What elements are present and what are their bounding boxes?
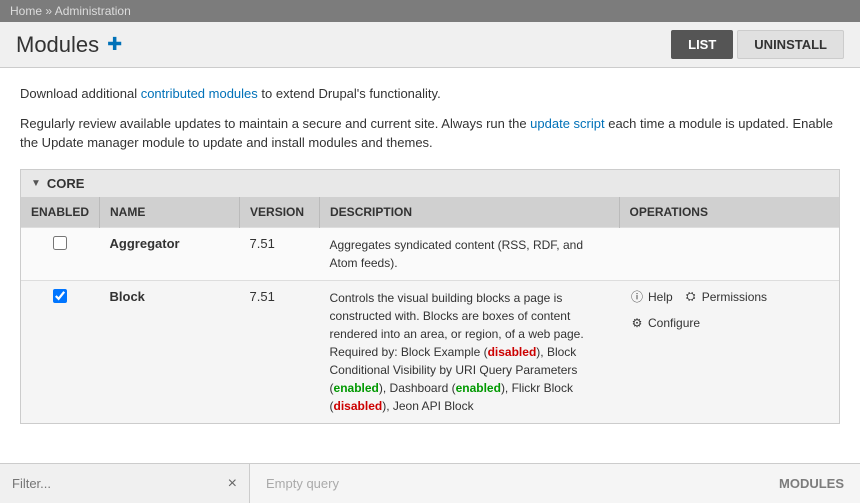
module-version-cell: 7.51 (240, 227, 320, 280)
content: Download additional contributed modules … (0, 68, 860, 440)
configure-icon: ⚙ (629, 315, 645, 331)
module-description-cell: Controls the visual building blocks a pa… (320, 280, 619, 423)
aggregator-checkbox[interactable] (53, 236, 67, 250)
section-label-core: CORE (47, 176, 85, 191)
tab-uninstall[interactable]: UNINSTALL (737, 30, 844, 59)
section-header-core[interactable]: ▼ CORE (21, 170, 839, 197)
module-name-cell: Block (100, 280, 240, 423)
module-operations-cell (619, 227, 839, 280)
permissions-label: Permissions (702, 290, 767, 304)
col-header-operations: OPERATIONS (619, 197, 839, 228)
header: Modules ✚ LIST UNINSTALL (0, 22, 860, 68)
info-text-1: Download additional contributed modules … (20, 84, 840, 104)
table-row: Block 7.51 Controls the visual building … (21, 280, 839, 423)
breadcrumb-admin[interactable]: Administration (55, 4, 131, 18)
update-script-link[interactable]: update script (530, 116, 604, 131)
add-icon[interactable]: ✚ (107, 34, 122, 55)
section-toggle-icon: ▼ (31, 178, 41, 189)
module-enabled-cell (21, 280, 100, 423)
filter-clear-button[interactable]: × (228, 475, 237, 493)
block-required-by: Required by: Block Example (disabled), B… (330, 345, 578, 413)
info-text-2: Regularly review available updates to ma… (20, 114, 840, 153)
table-row: Aggregator 7.51 Aggregates syndicated co… (21, 227, 839, 280)
help-button[interactable]: ⓘ Help (629, 289, 673, 305)
filter-placeholder: Empty query (266, 476, 339, 491)
breadcrumb-sep1: » (45, 4, 52, 18)
filter-right: Empty query MODULES (250, 476, 860, 491)
contributed-modules-link[interactable]: contributed modules (141, 86, 258, 101)
module-name-cell: Aggregator (100, 227, 240, 280)
modules-label: MODULES (779, 476, 844, 491)
col-header-name: NAME (100, 197, 240, 228)
permissions-icon: ⛭ (683, 289, 699, 305)
col-header-version: VERSION (240, 197, 320, 228)
module-section-core: ▼ CORE ENABLED NAME VERSION DESCRIPTION … (20, 169, 840, 424)
module-enabled-cell (21, 227, 100, 280)
filter-left: × (0, 464, 250, 503)
breadcrumb-home[interactable]: Home (10, 4, 42, 18)
col-header-description: DESCRIPTION (320, 197, 619, 228)
col-header-enabled: ENABLED (21, 197, 100, 228)
filter-bar: × Empty query MODULES (0, 463, 860, 503)
tab-list[interactable]: LIST (671, 30, 733, 59)
page-title: Modules (16, 32, 99, 58)
help-icon: ⓘ (629, 289, 645, 305)
help-label: Help (648, 290, 673, 304)
block-checkbox[interactable] (53, 289, 67, 303)
configure-label: Configure (648, 316, 700, 330)
module-version-cell: 7.51 (240, 280, 320, 423)
configure-button[interactable]: ⚙ Configure (629, 315, 700, 331)
filter-input[interactable] (12, 476, 220, 491)
top-bar: Home » Administration (0, 0, 860, 22)
block-description-text: Controls the visual building blocks a pa… (330, 291, 584, 341)
breadcrumb: Home » Administration (10, 4, 131, 18)
operations-container: ⓘ Help ⛭ Permissions ⚙ Configure (629, 289, 829, 331)
header-tabs: LIST UNINSTALL (671, 30, 844, 59)
module-operations-cell: ⓘ Help ⛭ Permissions ⚙ Configure (619, 280, 839, 423)
permissions-button[interactable]: ⛭ Permissions (683, 289, 767, 305)
module-description-cell: Aggregates syndicated content (RSS, RDF,… (320, 227, 619, 280)
